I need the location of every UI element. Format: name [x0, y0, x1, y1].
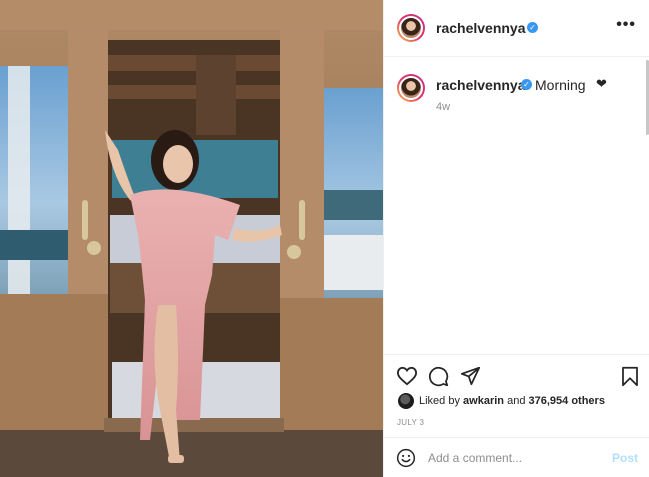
- caption-timestamp[interactable]: 4w: [436, 101, 450, 113]
- author-avatar[interactable]: [397, 14, 425, 42]
- post-header: rachelvennya ✓ •••: [384, 0, 649, 57]
- likes-summary[interactable]: Liked by awkarin and 376,954 others: [419, 395, 605, 407]
- actions-divider: [384, 354, 649, 355]
- verified-badge-icon: ✓: [521, 79, 532, 90]
- add-comment-bar: Post: [384, 437, 649, 477]
- caption-text: Morning: [535, 77, 586, 93]
- likes-joiner: and: [507, 395, 526, 407]
- comment-input[interactable]: [428, 451, 598, 465]
- bookmark-icon[interactable]: [621, 366, 639, 387]
- post-comment-button[interactable]: Post: [612, 451, 638, 465]
- caption-avatar[interactable]: [397, 74, 425, 102]
- post-sidebar: rachelvennya ✓ ••• rachelvennya ✓ Mornin…: [383, 0, 649, 477]
- verified-badge-icon: ✓: [527, 22, 538, 33]
- post-date[interactable]: JULY 3: [397, 418, 424, 427]
- smiley-icon[interactable]: [396, 448, 416, 468]
- post-photo: [0, 0, 383, 477]
- liker-avatar[interactable]: [398, 393, 414, 409]
- heart-icon[interactable]: [396, 366, 418, 386]
- likes-count[interactable]: 376,954: [529, 395, 569, 407]
- likes-prefix: Liked by: [419, 395, 460, 407]
- comment-icon[interactable]: [428, 366, 449, 387]
- caption-username[interactable]: rachelvennya: [436, 77, 526, 93]
- post-image[interactable]: [0, 0, 383, 477]
- liker-username[interactable]: awkarin: [463, 395, 504, 407]
- more-options-icon[interactable]: •••: [616, 17, 636, 33]
- likes-suffix[interactable]: others: [571, 395, 605, 407]
- author-username[interactable]: rachelvennya: [436, 20, 526, 36]
- share-icon[interactable]: [460, 366, 481, 386]
- caption-heart-emoji: ❤: [596, 76, 607, 91]
